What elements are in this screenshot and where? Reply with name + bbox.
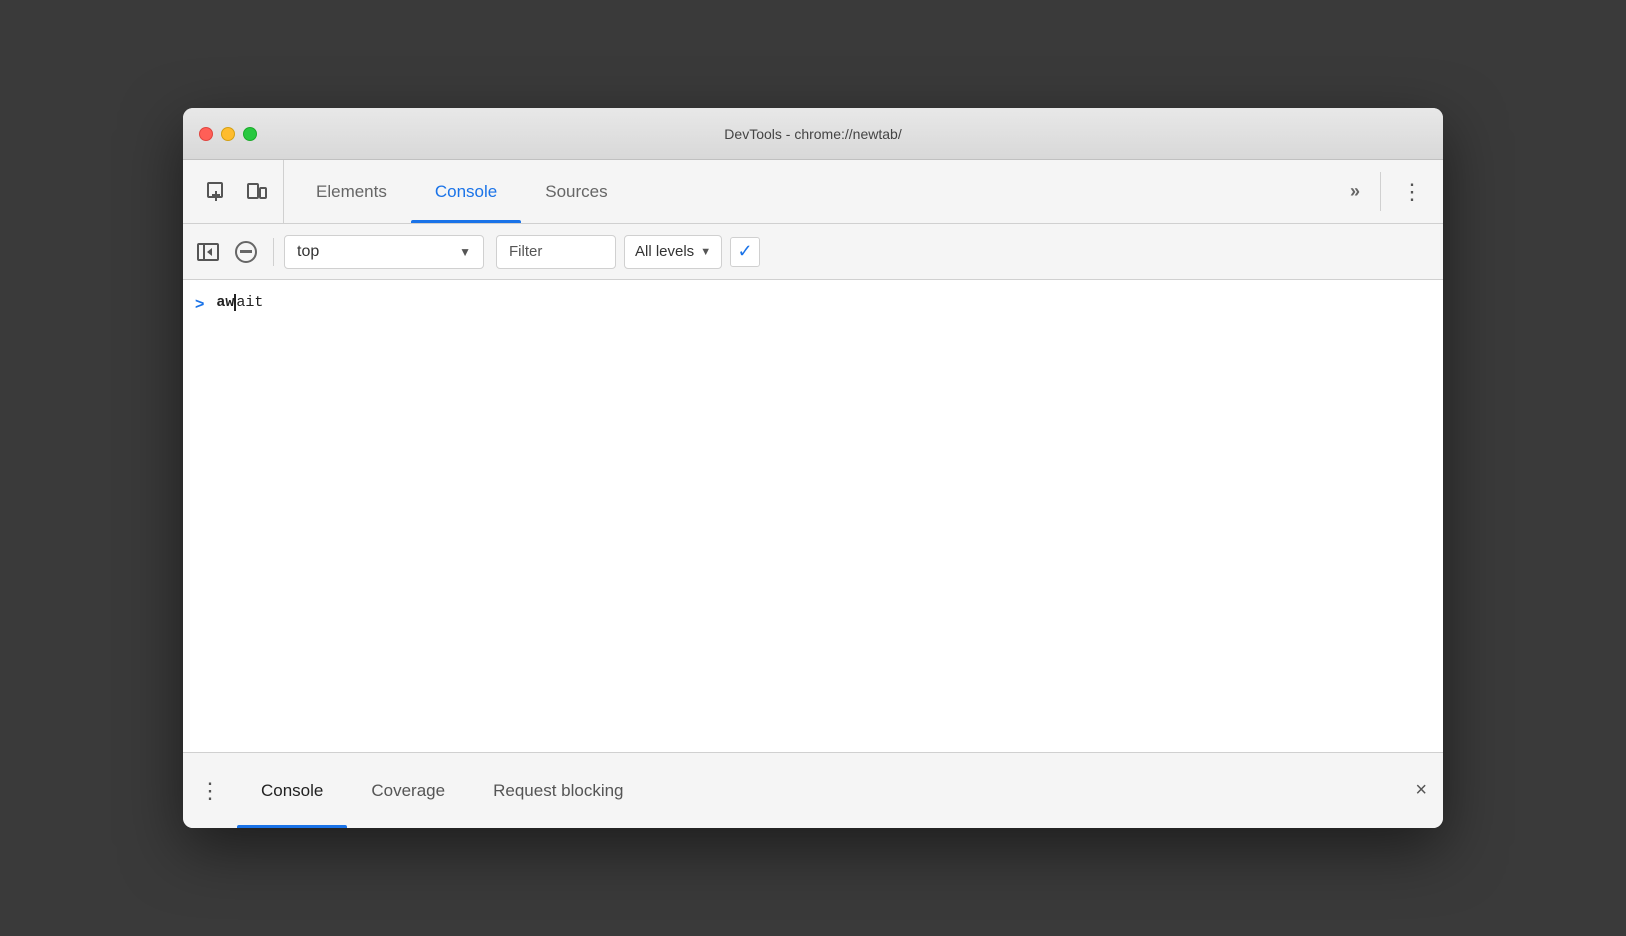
tab-console[interactable]: Console [411,160,521,223]
levels-selector[interactable]: All levels ▼ [624,235,722,269]
devtools-window: DevTools - chrome://newtab/ [183,108,1443,828]
console-entry: > await [183,288,1443,328]
device-toolbar-button[interactable] [239,174,275,210]
more-tabs-button[interactable]: » [1338,160,1372,223]
drawer-tab-request-blocking[interactable]: Request blocking [469,753,647,828]
levels-label: All levels [635,243,694,260]
checkmark-icon: ✓ [738,241,753,262]
inspect-element-button[interactable] [199,174,235,210]
context-selector[interactable]: top ▼ [284,235,484,269]
devtools-menu-button[interactable]: ⋮ [1389,160,1435,223]
eager-eval-checkbox[interactable]: ✓ [730,237,760,267]
tab-sources[interactable]: Sources [521,160,631,223]
filter-placeholder: Filter [509,243,542,260]
drawer-tab-console[interactable]: Console [237,753,347,828]
console-chevron-icon[interactable]: > [195,294,204,314]
tab-elements[interactable]: Elements [292,160,411,223]
drawer-tab-list: Console Coverage Request blocking [237,753,1399,828]
console-toolbar: top ▼ Filter All levels ▼ ✓ [183,224,1443,280]
toolbar-separator-1 [273,238,274,266]
console-light-text: ait [236,294,263,311]
minimize-button[interactable] [221,127,235,141]
console-bold-text: aw [216,294,234,311]
drawer-menu-button[interactable]: ⋮ [183,753,237,828]
bottom-drawer: ⋮ Console Coverage Request blocking × [183,752,1443,828]
console-input-text: await [216,294,263,311]
levels-arrow-icon: ▼ [700,246,711,258]
close-button[interactable] [199,127,213,141]
traffic-lights [199,127,257,141]
context-value: top [297,243,451,261]
maximize-button[interactable] [243,127,257,141]
filter-input[interactable]: Filter [496,235,616,269]
drawer-tab-coverage[interactable]: Coverage [347,753,469,828]
title-bar: DevTools - chrome://newtab/ [183,108,1443,160]
clear-console-button[interactable] [229,235,263,269]
drawer-close-button[interactable]: × [1399,753,1443,828]
tab-list: Elements Console Sources [292,160,1338,223]
show-sidebar-button[interactable] [191,235,225,269]
no-entry-icon [235,241,257,263]
tabs-separator [1380,172,1381,211]
console-content[interactable]: > await [183,280,1443,752]
context-arrow-icon: ▼ [459,245,471,259]
devtools-icon-group [191,160,284,223]
window-title: DevTools - chrome://newtab/ [724,126,901,142]
devtools-tab-bar: Elements Console Sources » ⋮ [183,160,1443,224]
